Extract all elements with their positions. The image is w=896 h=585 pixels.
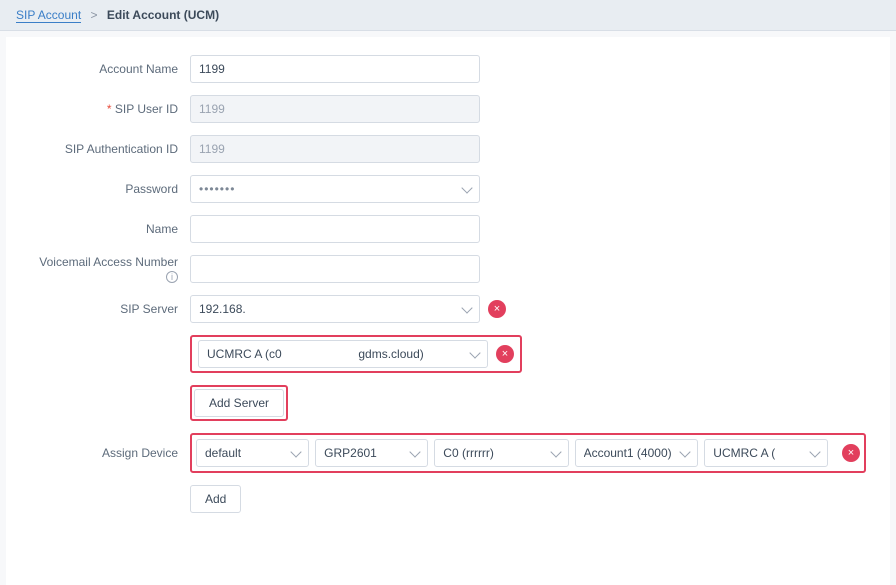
sip-auth-id-input bbox=[190, 135, 480, 163]
assign-device-highlight: default GRP2601 C0 (rrrrrr) Account1 (40… bbox=[190, 433, 866, 473]
info-icon[interactable]: i bbox=[166, 271, 178, 283]
server2-select[interactable]: UCMRC A (c0 gdms.cloud) bbox=[198, 340, 488, 368]
assign-account-select[interactable]: Account1 (4000) bbox=[575, 439, 699, 467]
password-label: Password bbox=[30, 182, 190, 196]
password-input[interactable]: ••••••• bbox=[190, 175, 480, 203]
remove-server2-button[interactable]: × bbox=[496, 345, 514, 363]
page-body: Account Name SIP User ID SIP Authenticat… bbox=[6, 37, 890, 585]
chevron-down-icon bbox=[290, 446, 301, 457]
assign-server-select[interactable]: UCMRC A ( bbox=[704, 439, 828, 467]
assign-mac-select[interactable]: C0 (rrrrrr) bbox=[434, 439, 568, 467]
voicemail-input[interactable] bbox=[190, 255, 480, 283]
chevron-down-icon bbox=[680, 446, 691, 457]
sip-auth-id-label: SIP Authentication ID bbox=[30, 142, 190, 156]
breadcrumb-separator: > bbox=[91, 8, 98, 22]
chevron-down-icon bbox=[809, 446, 820, 457]
server2-highlight: UCMRC A (c0 gdms.cloud) × bbox=[190, 335, 522, 373]
name-input[interactable] bbox=[190, 215, 480, 243]
assign-site-select[interactable]: default bbox=[196, 439, 309, 467]
account-name-label: Account Name bbox=[30, 62, 190, 76]
assign-model-select[interactable]: GRP2601 bbox=[315, 439, 428, 467]
sip-server-select[interactable]: 192.168. bbox=[190, 295, 480, 323]
remove-sip-server-button[interactable]: × bbox=[488, 300, 506, 318]
chevron-down-icon bbox=[469, 347, 480, 358]
voicemail-label: Voicemail Access Number i bbox=[30, 255, 190, 283]
sip-user-id-label: SIP User ID bbox=[107, 102, 178, 116]
add-button[interactable]: Add bbox=[190, 485, 241, 513]
breadcrumb-current: Edit Account (UCM) bbox=[107, 8, 219, 22]
chevron-down-icon bbox=[410, 446, 421, 457]
breadcrumb-parent-link[interactable]: SIP Account bbox=[16, 8, 81, 23]
assign-device-label: Assign Device bbox=[30, 446, 190, 460]
sip-server-label: SIP Server bbox=[30, 302, 190, 316]
chevron-down-icon bbox=[461, 182, 472, 193]
chevron-down-icon bbox=[550, 446, 561, 457]
add-server-button[interactable]: Add Server bbox=[194, 389, 284, 417]
chevron-down-icon bbox=[461, 302, 472, 313]
sip-user-id-input bbox=[190, 95, 480, 123]
name-label: Name bbox=[30, 222, 190, 236]
account-name-input[interactable] bbox=[190, 55, 480, 83]
breadcrumb: SIP Account > Edit Account (UCM) bbox=[0, 0, 896, 31]
remove-assign-button[interactable]: × bbox=[842, 444, 860, 462]
